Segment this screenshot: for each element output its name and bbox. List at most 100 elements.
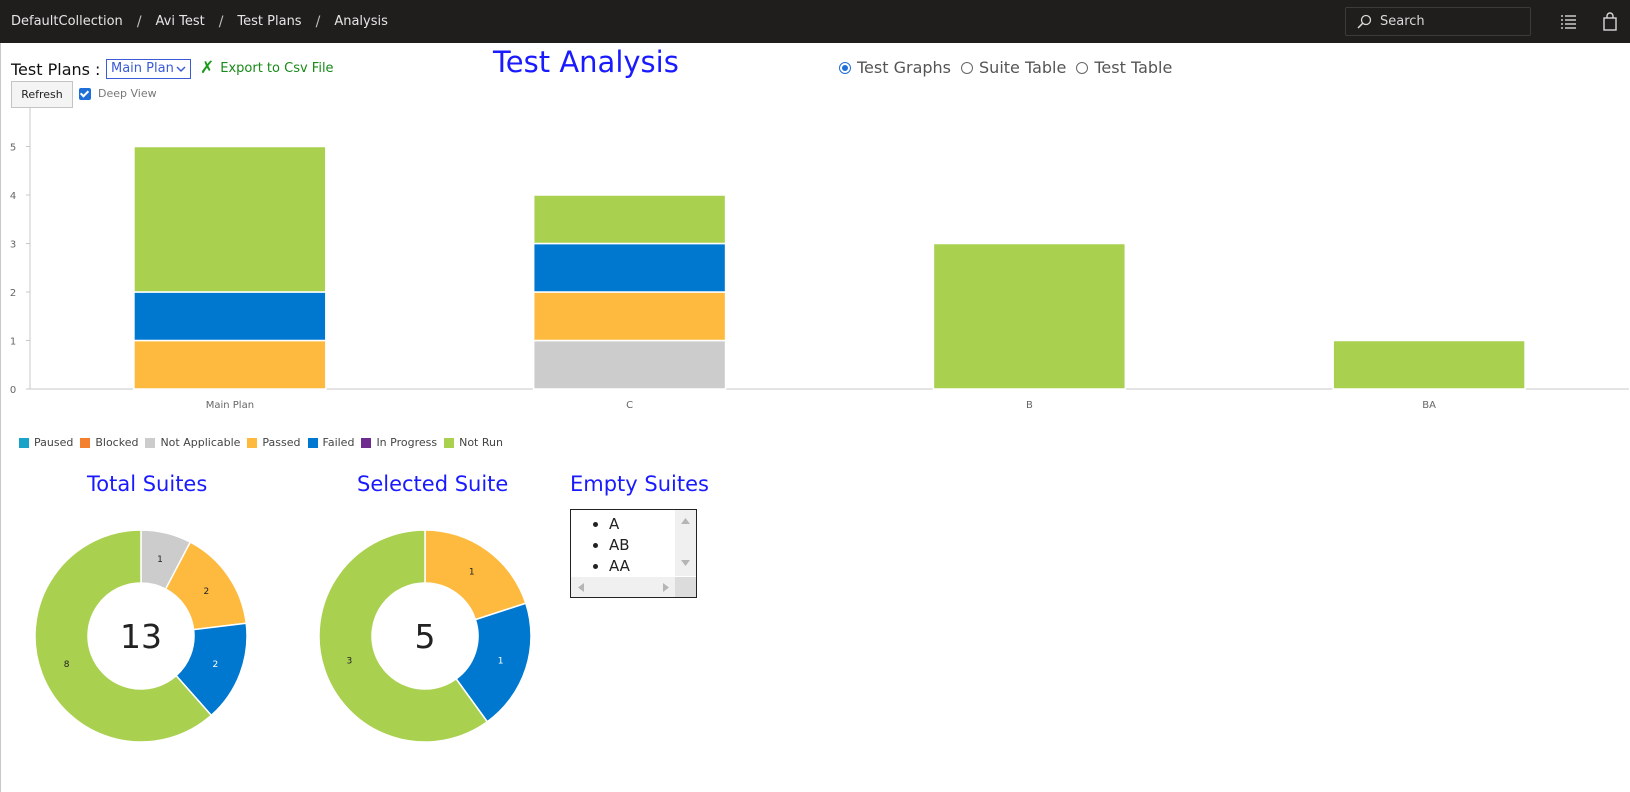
legend-swatch bbox=[145, 437, 156, 448]
slice-label: 2 bbox=[212, 660, 218, 670]
slice-label: 1 bbox=[498, 657, 504, 667]
donut-center-value: 5 bbox=[415, 617, 436, 656]
donut-center-value: 13 bbox=[120, 617, 162, 656]
bar-segment bbox=[133, 291, 327, 342]
test-plans-label: Test Plans : bbox=[11, 60, 101, 79]
radio-label: Test Table bbox=[1094, 58, 1173, 77]
bar-segment bbox=[532, 194, 727, 245]
legend-label: In Progress bbox=[376, 436, 438, 449]
y-tick-label: 2 bbox=[10, 288, 16, 299]
y-tick-label: 0 bbox=[10, 385, 16, 396]
bar-segment bbox=[1332, 339, 1526, 390]
excel-icon: ✗ bbox=[200, 58, 215, 78]
legend-item-failed: Failed bbox=[307, 436, 355, 449]
bar-segment bbox=[133, 145, 327, 293]
x-tick-label: B bbox=[1026, 400, 1033, 411]
legend-label: Failed bbox=[322, 436, 355, 449]
search-placeholder: Search bbox=[1380, 14, 1425, 29]
slice-label: 2 bbox=[204, 587, 210, 597]
breadcrumb-collection[interactable]: DefaultCollection bbox=[11, 14, 123, 29]
slice-label: 3 bbox=[347, 657, 353, 667]
vertical-scrollbar[interactable] bbox=[675, 510, 696, 576]
search-box[interactable]: Search bbox=[1345, 7, 1531, 36]
legend-label: Not Applicable bbox=[160, 436, 241, 449]
radio-test-table[interactable]: Test Table bbox=[1076, 58, 1172, 77]
export-label: Export to Csv File bbox=[220, 60, 334, 76]
legend-item-blocked: Blocked bbox=[80, 436, 138, 449]
slice-label: 8 bbox=[64, 660, 70, 670]
radio-label: Suite Table bbox=[979, 58, 1067, 77]
donut-slice bbox=[424, 529, 527, 621]
bar-segment bbox=[532, 242, 727, 293]
y-tick-label: 3 bbox=[10, 240, 16, 251]
x-tick-label: Main Plan bbox=[206, 400, 254, 411]
bar-segment bbox=[532, 339, 727, 390]
x-tick-label: C bbox=[626, 400, 633, 411]
selected-suite-title: Selected Suite bbox=[357, 472, 509, 496]
legend-swatch bbox=[80, 437, 91, 448]
legend-item-paused: Paused bbox=[19, 436, 73, 449]
radio-test-graphs[interactable]: Test Graphs bbox=[839, 58, 951, 77]
legend-label: Passed bbox=[262, 436, 301, 449]
legend-label: Not Run bbox=[459, 436, 503, 449]
legend-label: Blocked bbox=[95, 436, 139, 449]
scroll-up-icon bbox=[681, 518, 690, 524]
top-bar: DefaultCollection / Avi Test / Test Plan… bbox=[0, 0, 1630, 43]
legend-swatch bbox=[247, 437, 258, 448]
scroll-left-icon bbox=[578, 583, 584, 592]
shopping-bag-icon[interactable] bbox=[1600, 12, 1620, 32]
checkbox-checked-icon bbox=[79, 87, 91, 100]
radio-suite-table[interactable]: Suite Table bbox=[961, 58, 1066, 77]
total-suites-title: Total Suites bbox=[87, 472, 208, 496]
horizontal-scrollbar[interactable] bbox=[571, 577, 677, 597]
breadcrumb: DefaultCollection / Avi Test / Test Plan… bbox=[0, 14, 388, 30]
scroll-down-icon bbox=[681, 560, 690, 566]
selected-suite-donut: 1 1 3 5 bbox=[318, 529, 532, 743]
breadcrumb-project[interactable]: Avi Test bbox=[156, 14, 205, 29]
breadcrumb-separator: / bbox=[315, 13, 321, 30]
radio-indicator bbox=[961, 61, 974, 74]
empty-suites-list[interactable]: AABAA bbox=[570, 509, 697, 598]
bar-segment bbox=[932, 242, 1127, 390]
y-tick-label: 1 bbox=[10, 337, 16, 348]
export-csv-link[interactable]: ✗ Export to Csv File bbox=[200, 58, 334, 78]
breadcrumb-separator: / bbox=[136, 13, 142, 30]
radio-indicator bbox=[839, 61, 851, 74]
legend-item-not-run: Not Run bbox=[444, 436, 503, 449]
chevron-down-icon bbox=[176, 66, 186, 73]
page-title: Test Analysis bbox=[493, 45, 679, 79]
legend-swatch bbox=[19, 437, 29, 448]
breadcrumb-test-plans[interactable]: Test Plans bbox=[237, 14, 301, 29]
legend-item-passed: Passed bbox=[247, 436, 301, 449]
empty-suite-item: A bbox=[609, 514, 630, 535]
bar-segment bbox=[532, 291, 727, 342]
slice-label: 1 bbox=[469, 568, 475, 578]
stacked-bar-chart: 0123456Main PlanCBBA bbox=[10, 108, 1629, 411]
list-icon[interactable] bbox=[1559, 12, 1579, 32]
radio-label: Test Graphs bbox=[857, 58, 952, 77]
refresh-button[interactable]: Refresh bbox=[11, 81, 73, 108]
empty-suites-title: Empty Suites bbox=[570, 472, 709, 496]
slice-label: 1 bbox=[157, 555, 163, 565]
test-plan-selected: Main Plan bbox=[111, 61, 174, 76]
deep-view-label: Deep View bbox=[98, 87, 157, 100]
x-tick-label: BA bbox=[1422, 400, 1436, 411]
search-icon bbox=[1357, 14, 1372, 29]
breadcrumb-analysis[interactable]: Analysis bbox=[334, 14, 388, 29]
analysis-panel: Test Plans : Main Plan ✗ Export to Csv F… bbox=[0, 43, 1630, 792]
legend-swatch bbox=[361, 437, 372, 448]
y-tick-label: 4 bbox=[10, 191, 16, 202]
view-options: Test Graphs Suite Table Test Table bbox=[839, 58, 1182, 77]
empty-suite-item: AB bbox=[609, 535, 630, 556]
breadcrumb-separator: / bbox=[218, 13, 224, 30]
empty-suite-item: AA bbox=[609, 556, 630, 577]
scrollbar-corner bbox=[675, 577, 696, 597]
y-tick-label: 5 bbox=[10, 143, 16, 154]
legend-swatch bbox=[444, 437, 455, 448]
legend-item-not-applicable: Not Applicable bbox=[145, 436, 240, 449]
test-plan-dropdown[interactable]: Main Plan bbox=[106, 59, 191, 79]
radio-indicator bbox=[1076, 61, 1089, 74]
chart-legend: Paused Blocked Not Applicable Passed Fai… bbox=[19, 436, 510, 449]
legend-label: Paused bbox=[34, 436, 74, 449]
deep-view-checkbox[interactable]: Deep View bbox=[79, 87, 157, 100]
